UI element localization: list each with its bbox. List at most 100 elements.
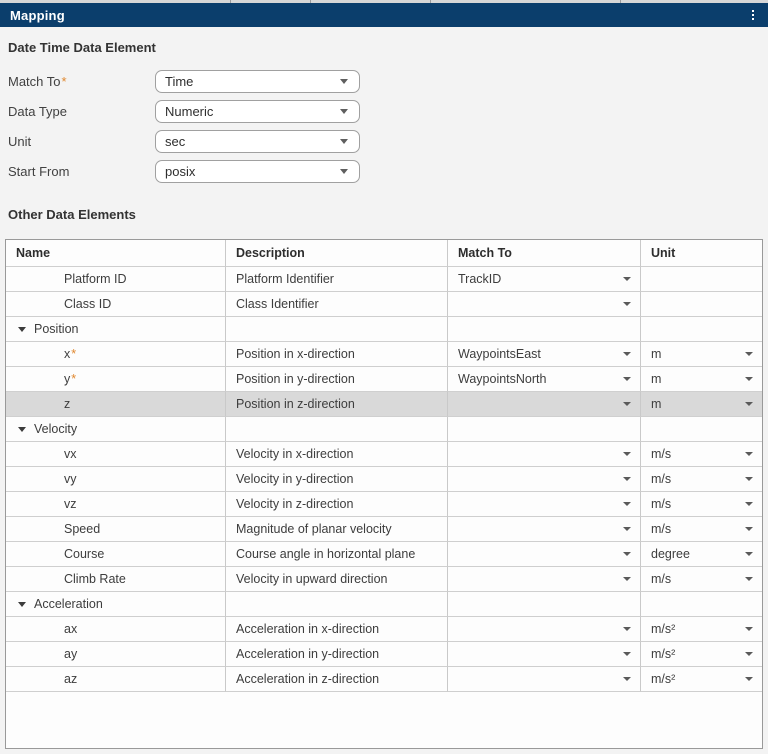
table-row[interactable]: ax Acceleration in x-direction m/s² [6,617,762,642]
chevron-down-icon [623,477,631,481]
field-label-start-from: Start From* [8,164,155,179]
table-row[interactable]: x * Position in x-direction WaypointsEas… [6,342,762,367]
unit-value: m/s [651,447,671,461]
match-to-cell-dropdown[interactable] [448,642,641,667]
start-from-dropdown[interactable]: posix [155,160,360,183]
table-row[interactable]: z Position in z-direction m [6,392,762,417]
chevron-down-icon [623,402,631,406]
match-to-cell-dropdown[interactable] [448,392,641,417]
chevron-down-icon [623,652,631,656]
unit-cell-dropdown[interactable]: m/s² [641,642,762,667]
name-cell: Class ID [6,292,226,317]
row-name: Class ID [64,297,111,311]
match-to-cell-dropdown [448,417,641,442]
name-cell: Acceleration [6,592,226,617]
name-cell: z [6,392,226,417]
unit-cell-dropdown[interactable]: m [641,367,762,392]
collapse-triangle-icon[interactable] [18,327,26,332]
form-row-match-to: Match To* Time [8,70,768,93]
row-name: vy [64,472,77,486]
name-cell: Climb Rate [6,567,226,592]
description-cell [226,417,448,442]
table-row[interactable]: ay Acceleration in y-direction m/s² [6,642,762,667]
unit-cell-dropdown[interactable]: m/s² [641,667,762,692]
table-row[interactable]: Position [6,317,762,342]
table-row[interactable]: Class ID Class Identifier [6,292,762,317]
description-cell: Velocity in upward direction [226,567,448,592]
unit-cell-dropdown[interactable]: degree [641,542,762,567]
chevron-down-icon [623,677,631,681]
match-to-cell-dropdown[interactable] [448,467,641,492]
match-to-cell-dropdown[interactable] [448,567,641,592]
dropdown-value: Numeric [165,104,213,119]
name-cell: Platform ID [6,267,226,292]
dropdown-value: Time [165,74,193,89]
unit-cell-dropdown[interactable]: m/s [641,442,762,467]
table-row[interactable]: y * Position in y-direction WaypointsNor… [6,367,762,392]
table-row[interactable]: Course Course angle in horizontal plane … [6,542,762,567]
unit-cell-dropdown[interactable]: m/s [641,467,762,492]
unit-dropdown[interactable]: sec [155,130,360,153]
table-row[interactable]: vz Velocity in z-direction m/s [6,492,762,517]
match-to-value: TrackID [458,272,501,286]
unit-cell-dropdown [641,292,762,317]
form-row-start-from: Start From* posix [8,160,768,183]
divider-tick [430,0,431,3]
required-asterisk: * [71,347,76,361]
collapse-triangle-icon[interactable] [18,602,26,607]
table-row[interactable]: Acceleration [6,592,762,617]
description-cell: Velocity in x-direction [226,442,448,467]
row-name: vx [64,447,77,461]
row-name: x [64,347,70,361]
table-row[interactable]: az Acceleration in z-direction m/s² [6,667,762,692]
form-row-unit: Unit* sec [8,130,768,153]
unit-cell-dropdown[interactable]: m/s [641,567,762,592]
match-to-cell-dropdown[interactable] [448,617,641,642]
description-cell: Platform Identifier [226,267,448,292]
unit-cell-dropdown[interactable]: m/s² [641,617,762,642]
unit-cell-dropdown[interactable]: m [641,342,762,367]
table-row[interactable]: vy Velocity in y-direction m/s [6,467,762,492]
divider-tick [620,0,621,3]
match-to-cell-dropdown [448,592,641,617]
unit-cell-dropdown[interactable]: m [641,392,762,417]
table-body: Platform ID Platform Identifier TrackID … [6,267,762,692]
chevron-down-icon [745,452,753,456]
column-header-name: Name [6,240,226,267]
unit-cell-dropdown[interactable]: m/s [641,492,762,517]
unit-value: m/s² [651,672,675,686]
match-to-cell-dropdown[interactable] [448,542,641,567]
table-row[interactable]: Speed Magnitude of planar velocity m/s [6,517,762,542]
match-to-cell-dropdown[interactable] [448,492,641,517]
match-to-cell-dropdown[interactable] [448,292,641,317]
description-cell: Acceleration in z-direction [226,667,448,692]
data-type-dropdown[interactable]: Numeric [155,100,360,123]
match-to-dropdown[interactable]: Time [155,70,360,93]
match-to-cell-dropdown[interactable]: WaypointsEast [448,342,641,367]
unit-value: m [651,372,661,386]
match-to-cell-dropdown[interactable] [448,517,641,542]
kebab-menu-icon[interactable] [749,7,757,23]
table-row[interactable]: Platform ID Platform Identifier TrackID [6,267,762,292]
form-row-data-type: Data Type* Numeric [8,100,768,123]
row-name: Climb Rate [64,572,126,586]
chevron-down-icon [745,377,753,381]
match-to-cell-dropdown[interactable]: TrackID [448,267,641,292]
row-name: Velocity [34,422,77,436]
name-cell: x * [6,342,226,367]
match-to-cell-dropdown[interactable]: WaypointsNorth [448,367,641,392]
chevron-down-icon [745,477,753,481]
table-row[interactable]: Climb Rate Velocity in upward direction … [6,567,762,592]
required-asterisk: * [71,372,76,386]
match-to-cell-dropdown[interactable] [448,667,641,692]
chevron-down-icon [623,377,631,381]
table-row[interactable]: vx Velocity in x-direction m/s [6,442,762,467]
match-to-cell-dropdown[interactable] [448,442,641,467]
name-cell: vx [6,442,226,467]
name-cell: Position [6,317,226,342]
window-divider-strip [0,0,768,3]
unit-cell-dropdown[interactable]: m/s [641,517,762,542]
table-row[interactable]: Velocity [6,417,762,442]
collapse-triangle-icon[interactable] [18,427,26,432]
name-cell: Speed [6,517,226,542]
